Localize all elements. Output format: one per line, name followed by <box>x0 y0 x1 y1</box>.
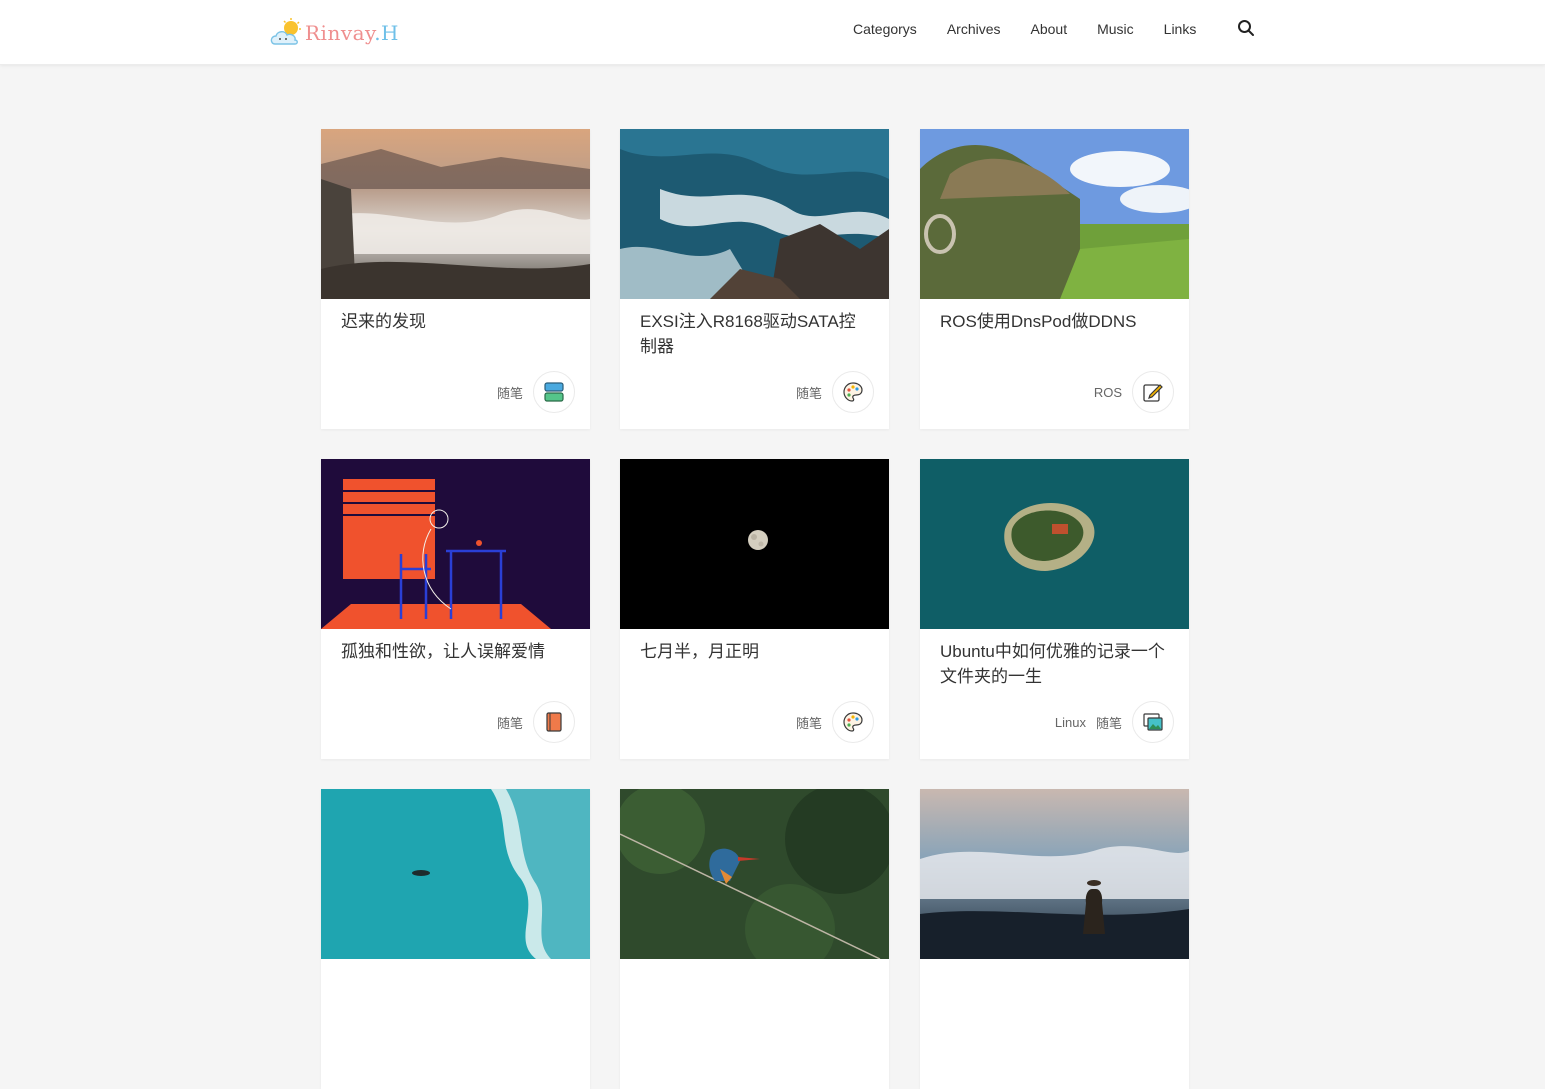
site-header: Rinvay.H Categorys Archives About Music … <box>0 0 1545 65</box>
main-nav: Categorys Archives About Music Links <box>838 19 1211 39</box>
nav-links[interactable]: Links <box>1164 21 1197 37</box>
post-tag[interactable]: ROS <box>1094 385 1122 400</box>
post-meta: Linux 随笔 <box>1055 701 1174 743</box>
post-thumbnail[interactable] <box>920 129 1189 299</box>
category-badge[interactable] <box>832 701 874 743</box>
nav-categorys[interactable]: Categorys <box>853 21 917 37</box>
post-meta: 随笔 <box>497 701 575 743</box>
post-thumbnail[interactable] <box>620 789 889 959</box>
palette-icon <box>843 382 863 402</box>
post-title[interactable]: Ubuntu中如何优雅的记录一个文件夹的一生 <box>940 639 1170 689</box>
post-title[interactable]: ROS使用DnsPod做DDNS <box>940 309 1170 334</box>
book-icon <box>546 712 562 732</box>
nav-archives[interactable]: Archives <box>947 21 1001 37</box>
post-card[interactable]: 孤独和性欲，让人误解爱情 随笔 <box>321 459 590 759</box>
post-meta: 随笔 <box>497 371 575 413</box>
post-card[interactable]: Ubuntu中如何优雅的记录一个文件夹的一生 Linux 随笔 <box>920 459 1189 759</box>
post-card[interactable] <box>920 789 1189 1089</box>
post-meta: 随笔 <box>796 701 874 743</box>
stack-icon <box>544 382 564 402</box>
palette-icon <box>843 712 863 732</box>
post-tag[interactable]: 随笔 <box>796 383 822 402</box>
post-tag[interactable]: 随笔 <box>796 713 822 732</box>
post-thumbnail[interactable] <box>321 129 590 299</box>
category-badge[interactable] <box>832 371 874 413</box>
post-thumbnail[interactable] <box>920 459 1189 629</box>
nav-about[interactable]: About <box>1031 21 1068 37</box>
post-card[interactable] <box>321 789 590 1089</box>
category-badge[interactable] <box>1132 701 1174 743</box>
post-card[interactable]: ROS使用DnsPod做DDNS ROS <box>920 129 1189 429</box>
nav-music[interactable]: Music <box>1097 21 1134 37</box>
post-title[interactable]: 迟来的发现 <box>341 309 571 334</box>
gallery-icon <box>1143 713 1163 731</box>
post-tag[interactable]: Linux <box>1055 715 1086 730</box>
post-title[interactable]: EXSI注入R8168驱动SATA控制器 <box>640 309 870 359</box>
site-logo[interactable]: Rinvay.H <box>269 16 399 50</box>
post-thumbnail[interactable] <box>321 789 590 959</box>
post-tag[interactable]: 随笔 <box>497 713 523 732</box>
post-thumbnail[interactable] <box>920 789 1189 959</box>
category-badge[interactable] <box>533 371 575 413</box>
post-meta: 随笔 <box>796 371 874 413</box>
category-badge[interactable] <box>533 701 575 743</box>
post-title[interactable]: 七月半，月正明 <box>640 639 870 664</box>
search-icon[interactable] <box>1236 18 1256 38</box>
post-card[interactable]: 七月半，月正明 随笔 <box>620 459 889 759</box>
cloud-sun-logo-icon <box>270 18 301 45</box>
post-tag[interactable]: 随笔 <box>1096 713 1122 732</box>
post-title[interactable]: 孤独和性欲，让人误解爱情 <box>341 639 571 664</box>
category-badge[interactable] <box>1132 371 1174 413</box>
post-card[interactable]: 迟来的发现 随笔 <box>321 129 590 429</box>
post-card[interactable]: EXSI注入R8168驱动SATA控制器 随笔 <box>620 129 889 429</box>
site-logo-text: Rinvay.H <box>305 21 400 45</box>
post-thumbnail[interactable] <box>620 459 889 629</box>
post-card[interactable] <box>620 789 889 1089</box>
edit-icon <box>1143 384 1163 402</box>
post-tag[interactable]: 随笔 <box>497 383 523 402</box>
post-thumbnail[interactable] <box>620 129 889 299</box>
post-thumbnail[interactable] <box>321 459 590 629</box>
post-meta: ROS <box>1094 371 1174 413</box>
